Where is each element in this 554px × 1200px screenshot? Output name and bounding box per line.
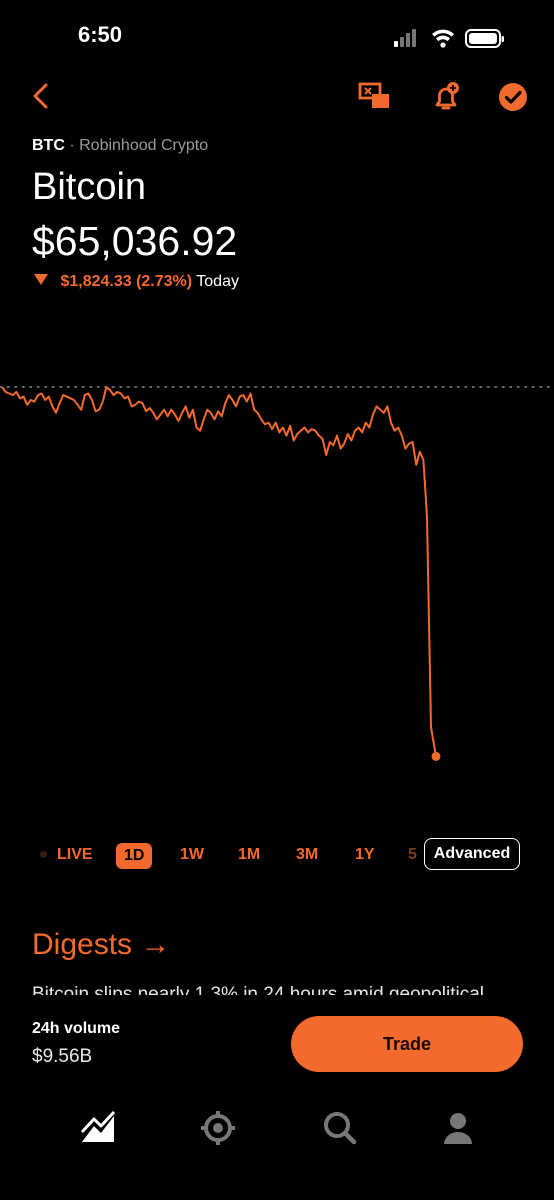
- trade-button[interactable]: Trade: [291, 1016, 523, 1072]
- digests-link[interactable]: Digests →: [32, 928, 170, 962]
- price-chart[interactable]: [0, 370, 554, 800]
- range-1m[interactable]: 1M: [238, 838, 260, 872]
- range-5y[interactable]: 5: [408, 838, 417, 872]
- change-amount: $1,824.33 (2.73%): [60, 273, 193, 290]
- ticker-line: BTC · Robinhood Crypto: [32, 137, 208, 155]
- price-change: $1,824.33 (2.73%) Today: [34, 273, 239, 291]
- volume-label: 24h volume: [32, 1020, 121, 1037]
- picture-in-picture-icon[interactable]: [358, 80, 392, 114]
- status-time: 6:50: [78, 22, 123, 47]
- live-dot-icon: [40, 851, 47, 858]
- battery-icon: [465, 29, 504, 48]
- advanced-button[interactable]: Advanced: [424, 838, 520, 870]
- digest-text[interactable]: Bitcoin slips nearly 1.3% in 24 hours am…: [32, 982, 554, 996]
- exchange-name: · Robinhood Crypto: [69, 137, 209, 154]
- coin-name: Bitcoin: [32, 166, 147, 208]
- crypto-icon[interactable]: [198, 1108, 238, 1148]
- price-line: [1, 386, 437, 757]
- range-1y[interactable]: 1Y: [355, 838, 375, 872]
- chart-icon[interactable]: [78, 1108, 118, 1148]
- back-chevron-icon[interactable]: [28, 80, 58, 112]
- range-live[interactable]: LIVE: [40, 838, 93, 872]
- volume-value: $9.56B: [32, 1046, 93, 1067]
- signal-icon: [394, 29, 416, 47]
- watchlist-check-icon[interactable]: [497, 81, 531, 115]
- current-price-dot: [431, 751, 441, 761]
- current-price: $65,036.92: [32, 218, 238, 264]
- search-icon[interactable]: [320, 1108, 360, 1148]
- ticker-symbol: BTC: [32, 137, 65, 154]
- range-selector: LIVE 1D 1W 1M 3M 1Y 5 Advanced: [0, 838, 554, 874]
- range-3m[interactable]: 3M: [296, 838, 318, 872]
- add-alert-bell-icon[interactable]: [430, 80, 464, 114]
- range-1d[interactable]: 1D: [116, 843, 153, 869]
- wifi-icon: [432, 29, 454, 48]
- down-triangle-icon: [34, 274, 48, 285]
- profile-icon[interactable]: [438, 1108, 478, 1148]
- status-icons: [394, 29, 504, 48]
- range-1w[interactable]: 1W: [180, 838, 204, 872]
- change-period: Today: [196, 273, 239, 290]
